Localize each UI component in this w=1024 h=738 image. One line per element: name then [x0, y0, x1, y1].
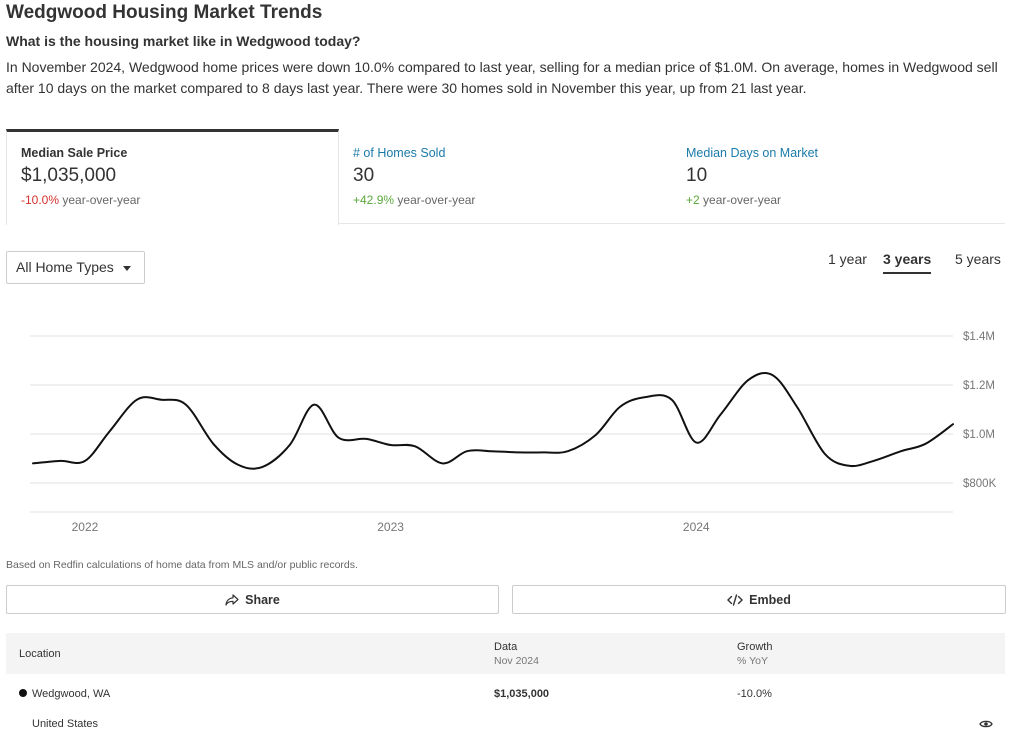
home-type-dropdown[interactable]: All Home Types [6, 251, 145, 284]
tab-value: $1,035,000 [21, 165, 117, 186]
chevron-down-icon [123, 266, 131, 271]
row-location: Wedgwood, WA [32, 688, 111, 700]
tab-median-sale-price[interactable]: Median Sale Price $1,035,000 -10.0% year… [6, 129, 339, 225]
column-header-data: Data [494, 641, 518, 653]
tab-change-suffix: year-over-year [397, 193, 476, 207]
range-1-year[interactable]: 1 year [828, 251, 867, 272]
embed-button[interactable]: Embed [512, 585, 1006, 614]
tab-change-suffix: year-over-year [703, 193, 782, 207]
tab-change-value: -10.0% [21, 193, 60, 207]
metric-tabs: Median Sale Price $1,035,000 -10.0% year… [6, 129, 1005, 225]
tab-median-days-on-market[interactable]: Median Days on Market 10 +2 year-over-ye… [672, 129, 1005, 224]
code-icon [727, 593, 744, 606]
x-tick-label: 2022 [72, 520, 99, 534]
tab-change-value: +2 [686, 193, 700, 207]
series-line [32, 372, 954, 470]
range-3-years[interactable]: 3 years [883, 251, 932, 274]
column-header-location: Location [19, 648, 61, 660]
table-row: United States [6, 710, 1005, 738]
tab-label: # of Homes Sold [353, 146, 446, 160]
tab-value: 30 [353, 165, 375, 186]
page-title: Wedgwood Housing Market Trends [6, 2, 323, 23]
eye-icon[interactable] [979, 719, 993, 729]
tab-label: Median Days on Market [686, 146, 819, 160]
home-type-value: All Home Types [16, 259, 114, 275]
tab-value: 10 [686, 165, 708, 186]
column-header-data-period: Nov 2024 [494, 655, 539, 667]
y-tick-label: $1.0M [963, 429, 995, 441]
y-tick-label: $1.4M [963, 331, 995, 343]
range-5-years[interactable]: 5 years [955, 251, 1001, 272]
tab-change-suffix: year-over-year [62, 193, 141, 207]
page-subtitle: What is the housing market like in Wedgw… [6, 33, 361, 49]
y-tick-label: $1.2M [963, 380, 995, 392]
tab-homes-sold[interactable]: # of Homes Sold 30 +42.9% year-over-year [339, 129, 672, 224]
row-growth: -10.0% [737, 688, 772, 700]
table-row: Wedgwood, WA $1,035,000 -10.0% [6, 680, 1005, 708]
row-location: United States [32, 718, 99, 730]
x-tick-label: 2023 [377, 520, 404, 534]
market-summary: In November 2024, Wedgwood home prices w… [6, 59, 998, 96]
row-data: $1,035,000 [494, 688, 550, 700]
location-dot [19, 689, 27, 697]
column-header-growth-unit: % YoY [737, 655, 768, 667]
share-label: Share [245, 592, 280, 607]
y-tick-label: $800K [963, 478, 997, 490]
x-tick-label: 2024 [683, 520, 710, 534]
column-header-growth: Growth [737, 641, 773, 653]
median-sale-price-chart: $800K $1.0M $1.2M $1.4M 2022 2023 2024 [30, 331, 997, 534]
data-source-footnote: Based on Redfin calculations of home dat… [6, 559, 358, 571]
tab-label: Median Sale Price [21, 146, 128, 160]
embed-label: Embed [749, 592, 791, 607]
tab-change-value: +42.9% [353, 193, 395, 207]
comparison-table-header: Location Data Nov 2024 Growth % YoY [6, 633, 1005, 674]
share-button[interactable]: Share [6, 585, 499, 614]
share-icon [225, 593, 239, 606]
